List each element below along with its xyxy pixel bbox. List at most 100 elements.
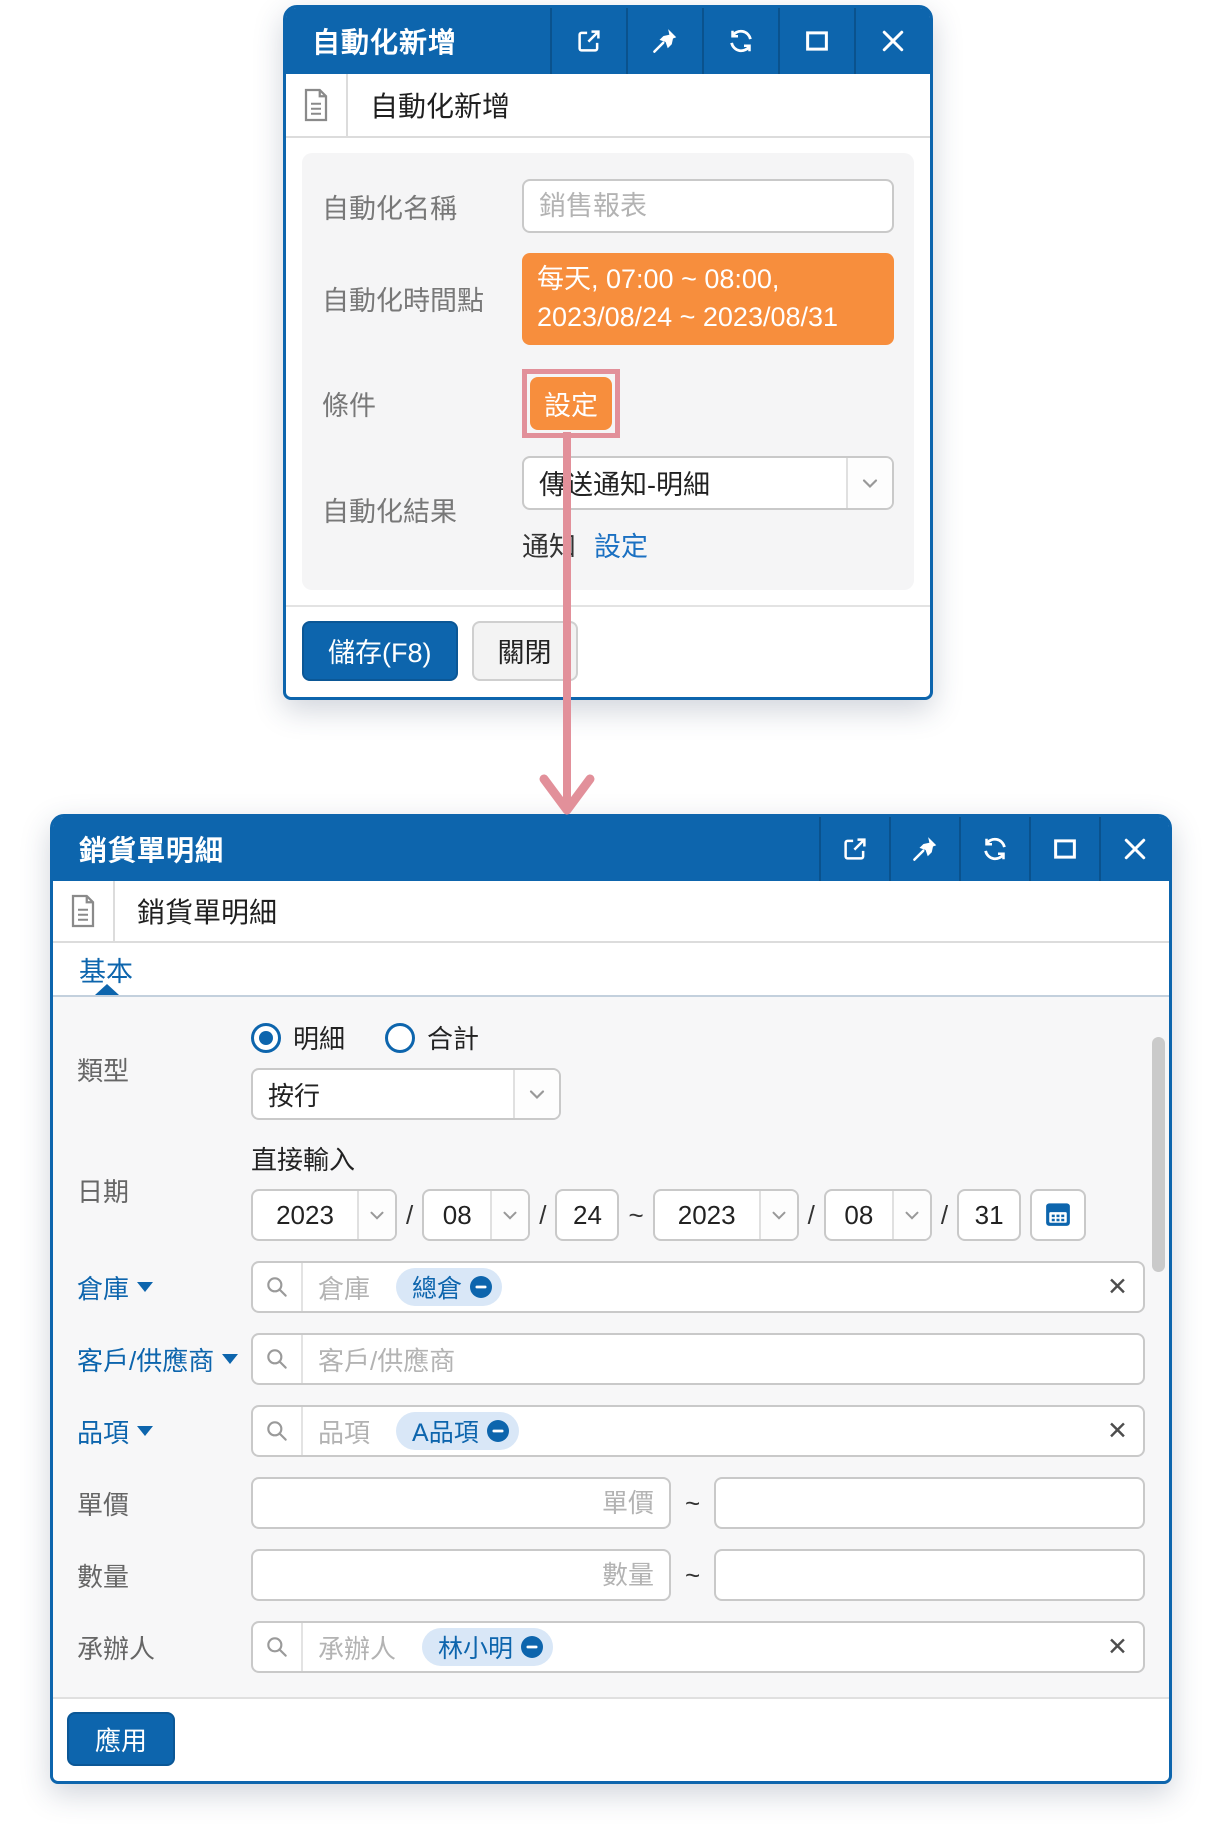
warehouse-tag[interactable]: 總倉 [396,1268,502,1306]
owner-label: 承辦人 [77,1629,251,1666]
maximize-icon [802,26,832,56]
condition-settings-button[interactable]: 設定 [530,377,612,430]
price-min-input[interactable] [251,1477,671,1529]
open-in-new-window-button[interactable] [819,817,889,881]
active-tab-caret [95,984,119,995]
date-separator: / [941,1200,948,1231]
warehouse-tag-text: 總倉 [412,1269,462,1305]
external-link-icon [840,834,870,864]
item-tag-text: A品項 [412,1413,479,1449]
automation-result-row: 自動化結果 傳送通知-明細 通知 設定 [322,456,894,564]
quantity-min-input[interactable] [251,1549,671,1601]
clear-field-icon[interactable]: ✕ [1092,1272,1143,1302]
pin-button[interactable] [626,8,702,74]
to-year-select[interactable]: 2023 [653,1189,799,1241]
tab-basic[interactable]: 基本 [79,950,133,989]
radio-total-unselected [385,1023,415,1053]
close-button[interactable] [1099,817,1169,881]
schedule-value-box[interactable]: 每天, 07:00 ~ 08:00, 2023/08/24 ~ 2023/08/… [522,253,894,345]
range-tilde: ~ [685,1488,700,1519]
search-icon [253,1263,303,1311]
to-month-select[interactable]: 08 [824,1189,932,1241]
automation-form-panel: 自動化名稱 自動化時間點 每天, 07:00 ~ 08:00, 2023/08/… [302,153,914,590]
maximize-button[interactable] [1029,817,1099,881]
range-tilde: ~ [685,1560,700,1591]
date-input-mode: 直接輸入 [251,1140,1145,1177]
date-separator: / [539,1200,546,1231]
quantity-label: 數量 [77,1557,251,1594]
refresh-button[interactable] [702,8,778,74]
from-month-select[interactable]: 08 [422,1189,530,1241]
row-mode-value: 按行 [253,1076,513,1113]
item-label[interactable]: 品項 [77,1413,251,1450]
dialog-footer: 儲存(F8) 關閉 [286,605,930,697]
radio-option-detail[interactable]: 明細 [251,1019,345,1056]
to-month-value: 08 [826,1200,892,1231]
notify-line: 通知 設定 [522,525,894,564]
chevron-down-icon [759,1191,797,1239]
clear-field-icon[interactable]: ✕ [1092,1416,1143,1446]
warehouse-label[interactable]: 倉庫 [77,1269,251,1306]
radio-option-total[interactable]: 合計 [385,1019,479,1056]
open-in-new-window-button[interactable] [550,8,626,74]
automation-add-dialog: 自動化新增 自動化新增 自動化名稱 [283,5,933,700]
caret-down-icon [137,1282,153,1292]
result-type-select[interactable]: 傳送通知-明細 [522,456,894,510]
automation-schedule-row: 自動化時間點 每天, 07:00 ~ 08:00, 2023/08/24 ~ 2… [322,253,894,345]
schedule-line-1: 每天, 07:00 ~ 08:00, [537,261,879,299]
field-row-owner: 承辦人 承辦人 林小明 ✕ [77,1621,1145,1673]
filter-form: 類型 明細 合計 按行 [53,997,1169,1697]
condition-label: 條件 [322,384,522,423]
refresh-button[interactable] [959,817,1029,881]
maximize-button[interactable] [778,8,854,74]
remove-tag-icon[interactable] [469,1275,493,1299]
quantity-max-input[interactable] [714,1549,1145,1601]
document-icon [53,881,115,941]
date-label: 日期 [77,1172,251,1209]
maximize-icon [1050,834,1080,864]
remove-tag-icon[interactable] [520,1635,544,1659]
item-tag[interactable]: A品項 [396,1412,519,1450]
calendar-picker-button[interactable] [1030,1189,1086,1241]
save-button[interactable]: 儲存(F8) [302,621,458,681]
from-year-select[interactable]: 2023 [251,1189,397,1241]
owner-tag[interactable]: 林小明 [422,1628,553,1666]
customer-label-text: 客戶/供應商 [77,1341,214,1378]
scrollbar-thumb[interactable] [1152,1037,1165,1272]
clear-field-icon[interactable]: ✕ [1092,1632,1143,1662]
range-tilde: ~ [628,1200,643,1231]
external-link-icon [574,26,604,56]
notify-settings-link[interactable]: 設定 [594,525,648,564]
warehouse-label-text: 倉庫 [77,1269,129,1306]
caret-down-icon [222,1354,238,1364]
close-dialog-button[interactable]: 關閉 [472,621,578,681]
automation-schedule-label: 自動化時間點 [322,279,522,318]
refresh-icon [726,26,756,56]
close-button[interactable] [854,8,930,74]
warehouse-search-input[interactable]: 倉庫 總倉 ✕ [251,1261,1145,1313]
from-day-input[interactable]: 24 [555,1189,619,1241]
customer-search-input[interactable]: 客戶/供應商 [251,1333,1145,1385]
item-search-input[interactable]: 品項 A品項 ✕ [251,1405,1145,1457]
apply-button[interactable]: 應用 [67,1712,175,1766]
sales-dialog-titlebar[interactable]: 銷貨單明細 [53,817,1169,881]
document-icon [286,74,348,136]
owner-search-input[interactable]: 承辦人 林小明 ✕ [251,1621,1145,1673]
owner-tag-text: 林小明 [438,1629,513,1665]
customer-label[interactable]: 客戶/供應商 [77,1341,251,1378]
result-type-value: 傳送通知-明細 [524,463,846,502]
warehouse-placeholder: 倉庫 [318,1269,370,1306]
dialog-footer: 應用 [53,1697,1169,1781]
pin-button[interactable] [889,817,959,881]
chevron-down-icon [892,1191,930,1239]
automation-name-input[interactable] [522,179,894,233]
price-label: 單價 [77,1485,251,1522]
price-max-input[interactable] [714,1477,1145,1529]
to-day-input[interactable]: 31 [957,1189,1021,1241]
row-mode-select[interactable]: 按行 [251,1068,561,1120]
remove-tag-icon[interactable] [486,1419,510,1443]
from-year-value: 2023 [253,1200,357,1231]
pin-icon [650,26,680,56]
chevron-down-icon [357,1191,395,1239]
automation-dialog-titlebar[interactable]: 自動化新增 [286,8,930,74]
